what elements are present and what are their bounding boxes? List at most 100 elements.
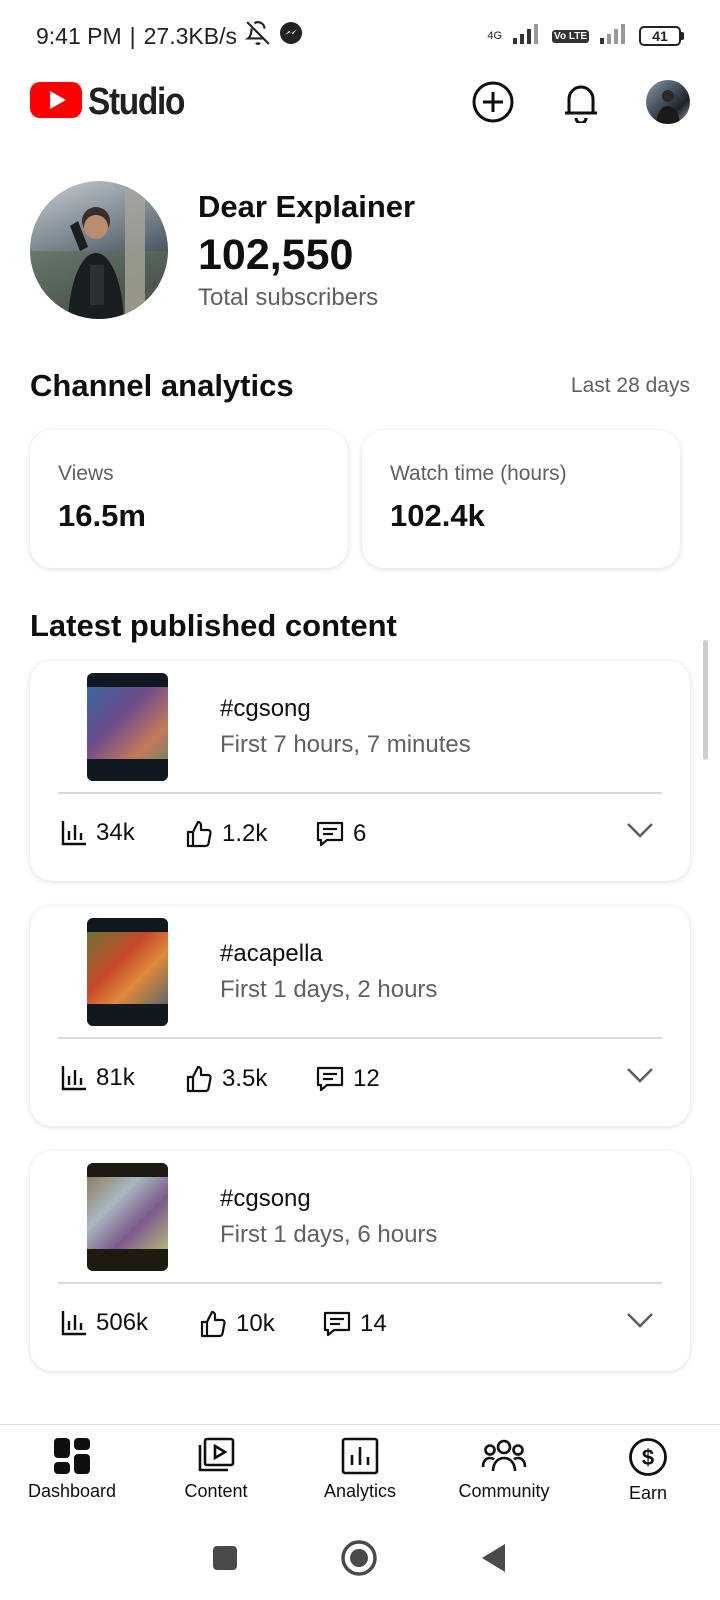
svg-text:$: $ [642,1445,654,1470]
divider [58,1282,662,1284]
comment-icon [323,1311,351,1337]
network-type: 4G [487,30,503,42]
notifications-button[interactable] [558,79,604,125]
messenger-icon [279,21,303,51]
likes-value: 10k [236,1310,275,1337]
nav-analytics[interactable]: Analytics [288,1425,432,1514]
video-thumbnail[interactable] [87,918,168,1026]
bar-chart-icon [61,821,86,846]
views-value: 81k [96,1064,135,1091]
back-button[interactable] [479,1542,509,1579]
channel-info: Dear Explainer 102,550 Total subscribers [198,189,415,312]
analytics-icon [341,1437,379,1475]
comment-icon [316,1066,344,1092]
analytics-header: Channel analytics Last 28 days [30,364,690,408]
bell-off-icon [244,20,271,52]
metric-value: 16.5m [58,498,146,533]
likes-value: 1.2k [222,820,268,847]
chevron-down-icon [627,823,653,838]
account-avatar[interactable] [646,80,690,124]
content-card[interactable]: #cgsong First 1 days, 6 hours 506k 10k 1… [30,1151,690,1371]
dashboard-icon [54,1438,90,1474]
comments-value: 14 [360,1310,387,1337]
video-title: #cgsong [220,1185,311,1212]
status-time: 9:41 PM [36,22,122,49]
views-stat: 34k [60,819,135,847]
expand-button[interactable] [626,821,654,844]
video-period: First 1 days, 2 hours [220,976,438,1003]
nav-label: Community [458,1481,550,1501]
views-value: 506k [96,1309,149,1336]
channel-avatar [30,181,168,319]
divider [58,1037,662,1039]
chevron-down-icon [627,1068,653,1083]
likes-stat: 3.5k [184,1064,267,1094]
likes-value: 3.5k [222,1065,268,1092]
chevron-down-icon [627,1313,653,1328]
nav-dashboard[interactable]: Dashboard [0,1425,144,1514]
nav-earn[interactable]: $ Earn [576,1425,720,1514]
create-button[interactable] [470,79,516,125]
recents-button[interactable] [211,1544,239,1577]
video-title: #cgsong [220,695,311,722]
comments-stat: 14 [322,1309,387,1339]
bottom-nav: Dashboard Content Analytics Community $ … [0,1424,720,1514]
video-period: First 7 hours, 7 minutes [220,731,471,758]
content-card[interactable]: #cgsong First 7 hours, 7 minutes 34k 1.2… [30,661,690,881]
content-icon [198,1437,235,1472]
thumbnail-caption-bottom [87,1249,168,1271]
video-title: #acapella [220,940,323,967]
divider [58,792,662,794]
community-icon [481,1439,527,1472]
app-header: Studio [0,72,720,132]
dollar-icon: $ [629,1438,667,1476]
nav-label: Content [184,1481,248,1501]
thumbnail-caption-bottom [87,1004,168,1026]
scrollbar[interactable] [703,640,708,760]
thumbnail-caption-bottom [87,759,168,781]
studio-logo[interactable]: Studio [30,81,197,124]
metric-value: 102.4k [390,498,485,533]
header-actions [470,79,690,125]
video-thumbnail[interactable] [87,673,168,781]
nav-label: Dashboard [27,1481,117,1501]
channel-name: Dear Explainer [198,188,416,224]
analytics-title: Channel analytics [30,368,294,403]
status-speed: 27.3KB/s [143,22,237,49]
likes-stat: 10k [198,1309,275,1339]
channel-summary: Dear Explainer 102,550 Total subscribers [30,180,690,320]
views-value: 34k [96,819,135,846]
nav-label: Earn [628,1483,668,1503]
latest-header: Latest published content [30,604,690,648]
likes-stat: 1.2k [184,819,267,849]
expand-button[interactable] [626,1311,654,1334]
thumbs-up-icon [200,1310,226,1338]
battery-icon: 41 [639,26,684,46]
metric-label: Watch time (hours) [390,462,567,485]
comments-value: 6 [353,820,367,847]
views-card[interactable]: Views 16.5m [30,430,348,568]
square-icon [213,1545,237,1570]
views-stat: 506k [60,1309,148,1337]
thumbs-up-icon [186,820,212,848]
content-card[interactable]: #acapella First 1 days, 2 hours 81k 3.5k… [30,906,690,1126]
home-button[interactable] [339,1538,379,1583]
nav-content[interactable]: Content [144,1425,288,1514]
subscriber-count: 102,550 [198,230,354,279]
thumbs-up-icon [186,1065,212,1093]
comments-stat: 12 [315,1064,380,1094]
watch-time-card[interactable]: Watch time (hours) 102.4k [362,430,680,568]
comments-value: 12 [353,1065,380,1092]
bar-chart-icon [61,1311,86,1336]
app-name: Studio [88,80,185,123]
expand-button[interactable] [626,1066,654,1089]
video-period: First 1 days, 6 hours [220,1221,438,1248]
video-thumbnail[interactable] [87,1163,168,1271]
subscriber-label: Total subscribers [198,283,379,311]
views-stat: 81k [60,1064,135,1092]
analytics-period[interactable]: Last 28 days [571,374,690,398]
thumbnail-caption-top [87,1163,168,1177]
nav-community[interactable]: Community [432,1425,576,1514]
battery-tip [681,32,684,40]
thumbnail-caption-top [87,918,168,932]
